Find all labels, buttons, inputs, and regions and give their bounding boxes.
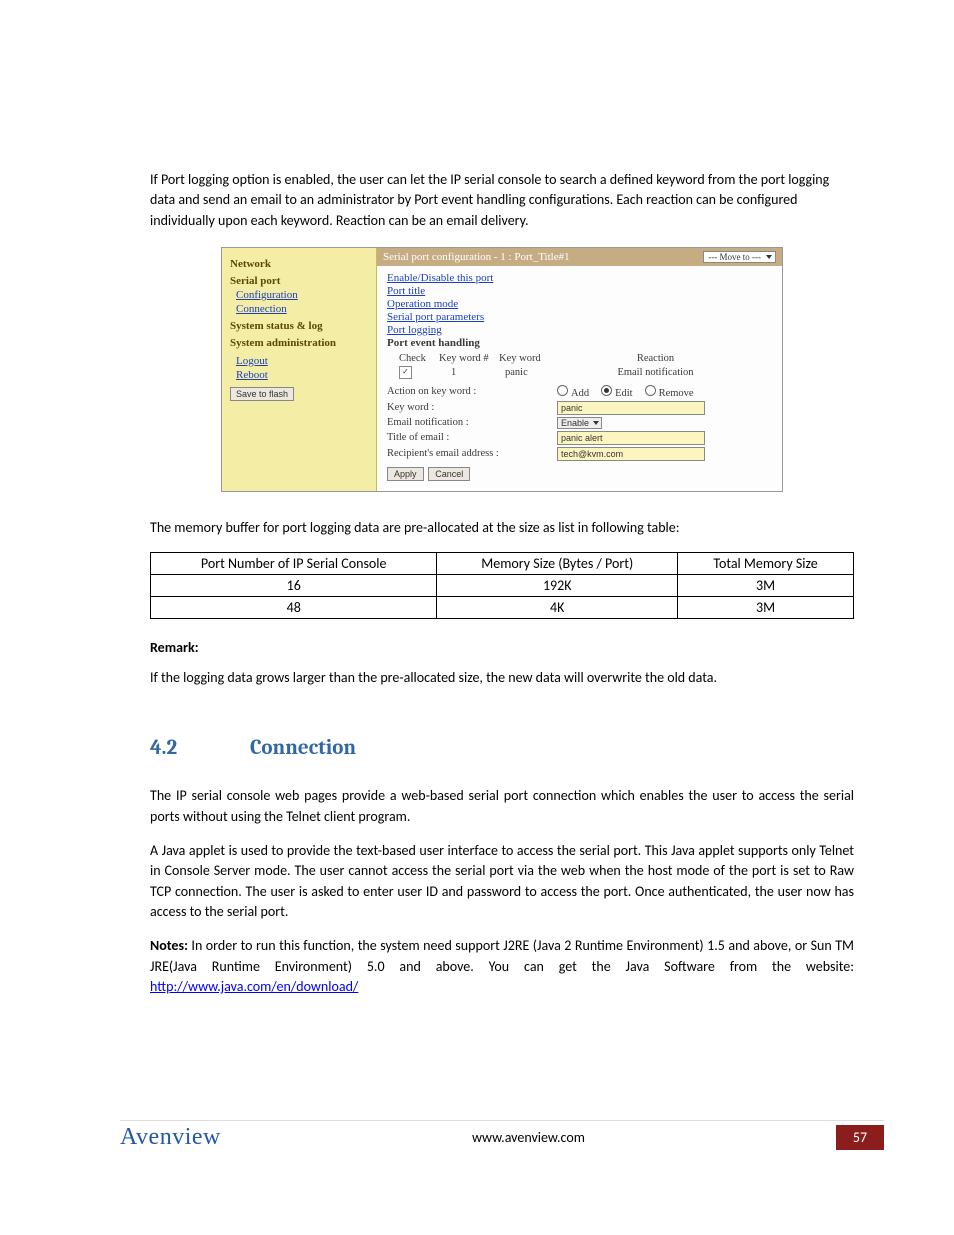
radio-edit[interactable]: Edit	[601, 385, 633, 399]
select-email-notification[interactable]: Enable	[557, 417, 602, 429]
footer-divider	[120, 1120, 884, 1121]
nav-logout[interactable]: Logout	[236, 355, 368, 367]
move-to-select[interactable]: --- Move to ---	[703, 251, 776, 263]
td: 3M	[678, 597, 854, 619]
memory-size-table: Port Number of IP Serial Console Memory …	[150, 552, 854, 619]
td: 4K	[437, 597, 678, 619]
radio-remove[interactable]: Remove	[645, 385, 694, 399]
label-port-event-handling: Port event handling	[387, 337, 772, 349]
input-keyword[interactable]: panic	[557, 401, 705, 415]
input-recipient-email[interactable]: tech@kvm.com	[557, 447, 705, 461]
section-number: 4.2	[150, 736, 250, 760]
nav-connection[interactable]: Connection	[236, 303, 368, 315]
radio-add[interactable]: Add	[557, 385, 589, 399]
avenview-logo: Avenview	[120, 1124, 221, 1151]
kw-header-keyword: Key word	[499, 353, 559, 364]
move-to-select-value: --- Move to ---	[708, 252, 761, 262]
td: 48	[151, 597, 437, 619]
memory-buffer-paragraph: The memory buffer for port logging data …	[150, 518, 854, 538]
radio-edit-label: Edit	[615, 388, 633, 399]
nav-system-admin[interactable]: System administration	[230, 337, 368, 349]
cancel-button[interactable]: Cancel	[428, 467, 470, 481]
th-memory-size: Memory Size (Bytes / Port)	[437, 553, 678, 575]
nav-reboot[interactable]: Reboot	[236, 369, 368, 381]
td: 16	[151, 575, 437, 597]
nav-configuration[interactable]: Configuration	[236, 289, 368, 301]
keyword-row-num: 1	[439, 367, 499, 378]
connection-paragraph-1: The IP serial console web pages provide …	[150, 786, 854, 827]
keyword-row-reaction: Email notification	[559, 367, 772, 378]
nav-serialport[interactable]: Serial port	[230, 275, 368, 287]
remark-paragraph: If the logging data grows larger than th…	[150, 668, 854, 688]
keyword-checkbox[interactable]: ✓	[399, 366, 412, 379]
label-keyword: Key word :	[387, 402, 557, 413]
notes-paragraph: Notes: In order to run this function, th…	[150, 936, 854, 997]
label-title-of-email: Title of email :	[387, 432, 557, 443]
remark-heading: Remark:	[150, 639, 854, 656]
notes-label: Notes:	[150, 937, 188, 954]
select-email-notification-value: Enable	[561, 418, 589, 428]
notes-text: In order to run this function, the syste…	[150, 937, 854, 974]
footer-site: www.avenview.com	[221, 1129, 836, 1146]
panel-title-bar: Serial port configuration - 1 : Port_Tit…	[377, 248, 782, 266]
intro-paragraph: If Port logging option is enabled, the u…	[150, 170, 854, 231]
td: 192K	[437, 575, 678, 597]
sidebar: Network Serial port Configuration Connec…	[222, 248, 377, 491]
config-screenshot: Network Serial port Configuration Connec…	[221, 247, 783, 492]
page-footer: Avenview www.avenview.com 57	[0, 1124, 954, 1151]
keyword-row-word: panic	[499, 367, 559, 378]
section-heading: 4.2Connection	[150, 736, 854, 760]
keyword-table: Check Key word # Key word Reaction ✓ 1 p…	[399, 353, 772, 379]
link-serial-params[interactable]: Serial port parameters	[387, 311, 772, 323]
nav-network[interactable]: Network	[230, 258, 368, 270]
section-title: Connection	[250, 736, 356, 760]
th-total-memory: Total Memory Size	[678, 553, 854, 575]
kw-header-num: Key word #	[439, 353, 499, 364]
label-action-on-keyword: Action on key word :	[387, 386, 557, 397]
save-to-flash-button[interactable]: Save to flash	[230, 387, 294, 401]
kw-header-reaction: Reaction	[559, 353, 772, 364]
input-email-title[interactable]: panic alert	[557, 431, 705, 445]
radio-remove-label: Remove	[659, 388, 694, 399]
chevron-down-icon	[766, 255, 772, 259]
link-operation-mode[interactable]: Operation mode	[387, 298, 772, 310]
nav-system-status[interactable]: System status & log	[230, 320, 368, 332]
link-port-logging[interactable]: Port logging	[387, 324, 772, 336]
link-port-title[interactable]: Port title	[387, 285, 772, 297]
th-port-number: Port Number of IP Serial Console	[151, 553, 437, 575]
radio-add-label: Add	[571, 388, 589, 399]
table-header-row: Port Number of IP Serial Console Memory …	[151, 553, 854, 575]
td: 3M	[678, 575, 854, 597]
label-email-notification: Email notification :	[387, 417, 557, 428]
panel-title: Serial port configuration - 1 : Port_Tit…	[383, 251, 570, 263]
apply-button[interactable]: Apply	[387, 467, 424, 481]
table-row: 16 192K 3M	[151, 575, 854, 597]
java-download-link[interactable]: http://www.java.com/en/download/	[150, 978, 358, 995]
kw-header-check: Check	[399, 353, 439, 364]
table-row: 48 4K 3M	[151, 597, 854, 619]
link-enable-port[interactable]: Enable/Disable this port	[387, 272, 772, 284]
page-number: 57	[836, 1125, 884, 1150]
label-recipient-email: Recipient's email address :	[387, 448, 557, 459]
chevron-down-icon	[593, 421, 599, 425]
connection-paragraph-2: A Java applet is used to provide the tex…	[150, 841, 854, 922]
keyword-row: ✓ 1 panic Email notification	[399, 366, 772, 379]
